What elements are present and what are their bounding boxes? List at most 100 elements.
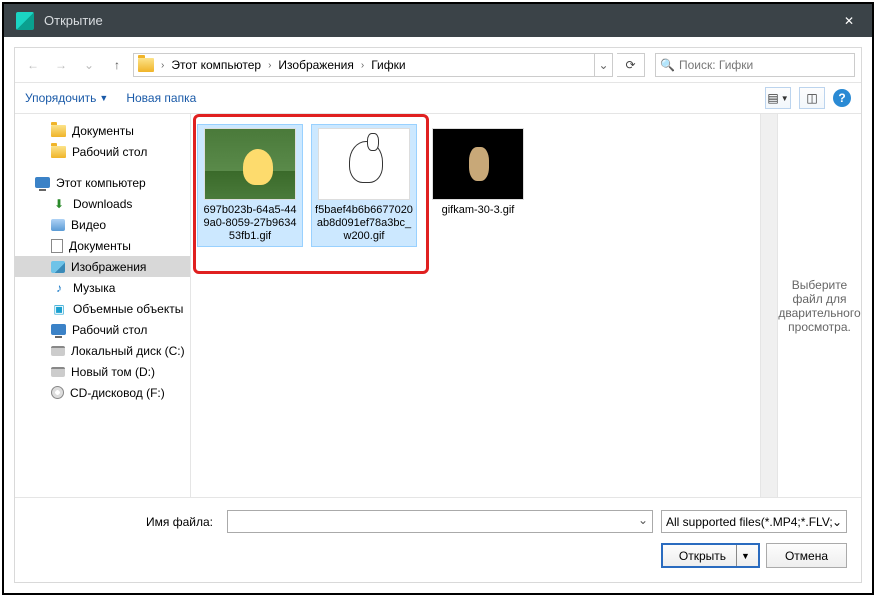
tree-cdrom[interactable]: CD-дисковод (F:): [15, 382, 190, 403]
folder-icon: [51, 125, 66, 137]
view-menu[interactable]: ▤▼: [765, 87, 791, 109]
thumbnail: [432, 128, 524, 200]
app-icon: [16, 12, 34, 30]
file-list[interactable]: 697b023b-64a5-449a0-8059-27b963453fb1.gi…: [191, 114, 760, 497]
close-icon: ✕: [844, 14, 854, 28]
tree-label: CD-дисковод (F:): [70, 386, 165, 400]
preview-pane-toggle[interactable]: ◫: [799, 87, 825, 109]
tree-label: Этот компьютер: [56, 176, 146, 190]
downloads-icon: ⬇: [51, 196, 67, 212]
music-icon: ♪: [51, 280, 67, 296]
breadcrumb-current[interactable]: Гифки: [367, 58, 409, 72]
tree-documents[interactable]: Документы: [15, 120, 190, 141]
help-icon: ?: [838, 91, 845, 105]
tree-images[interactable]: Изображения: [15, 256, 190, 277]
tree-downloads[interactable]: ⬇Downloads: [15, 193, 190, 214]
file-item[interactable]: f5baef4b6b6677020ab8d091ef78a3bc_w200.gi…: [311, 124, 417, 247]
open-split-dropdown[interactable]: ▼: [736, 545, 750, 566]
cancel-button[interactable]: Отмена: [766, 543, 847, 568]
footer: Имя файла: All supported files(*.MP4;*.F…: [15, 497, 861, 582]
tree-desktop2[interactable]: Рабочий стол: [15, 319, 190, 340]
tree-label: Объемные объекты: [73, 302, 183, 316]
tree-label: Изображения: [71, 260, 146, 274]
new-folder-button[interactable]: Новая папка: [126, 91, 196, 105]
dropdown-icon: ▼: [99, 93, 108, 103]
chevron-right-icon: ›: [358, 60, 367, 71]
file-name: gifkam-30-3.gif: [442, 204, 515, 217]
arrow-up-icon: ↑: [114, 58, 120, 72]
breadcrumb[interactable]: › Этот компьютер › Изображения › Гифки ⌄: [133, 53, 613, 77]
tree-thispc[interactable]: Этот компьютер: [15, 172, 190, 193]
search-placeholder: Поиск: Гифки: [679, 58, 753, 72]
folder-icon: [138, 58, 154, 72]
tree-desktop[interactable]: Рабочий стол: [15, 141, 190, 162]
filetype-dropdown[interactable]: All supported files(*.MP4;*.FLV; ⌄: [661, 510, 847, 533]
tree-3dobjects[interactable]: ▣ Объемные объекты: [15, 298, 190, 319]
chevron-right-icon: ›: [265, 60, 274, 71]
tree-localdisk[interactable]: Локальный диск (C:): [15, 340, 190, 361]
file-name: 697b023b-64a5-449a0-8059-27b963453fb1.gi…: [201, 204, 299, 243]
chevron-right-icon: ›: [158, 60, 167, 71]
tree-label: Документы: [69, 239, 131, 253]
tree-documents2[interactable]: Документы: [15, 235, 190, 256]
open-label: Открыть: [679, 549, 726, 563]
help-button[interactable]: ?: [833, 89, 851, 107]
file-item[interactable]: 697b023b-64a5-449a0-8059-27b963453fb1.gi…: [197, 124, 303, 247]
forward-button[interactable]: →: [49, 53, 73, 77]
filename-input[interactable]: [227, 510, 653, 533]
document-icon: [51, 239, 63, 253]
file-name: f5baef4b6b6677020ab8d091ef78a3bc_w200.gi…: [315, 204, 413, 243]
breadcrumb-dropdown[interactable]: ⌄: [594, 54, 612, 76]
up-button[interactable]: ↑: [105, 53, 129, 77]
tree-label: Видео: [71, 218, 106, 232]
tree-video[interactable]: Видео: [15, 214, 190, 235]
newfolder-label: Новая папка: [126, 91, 196, 105]
chevron-down-icon: ⌄: [832, 515, 842, 529]
preview-icon: ◫: [806, 91, 817, 105]
cancel-label: Отмена: [785, 549, 828, 563]
dropdown-icon: ▼: [781, 94, 789, 103]
nav-row: ← → ⌄ ↑ › Этот компьютер › Изображения ›…: [15, 48, 861, 82]
thumbnail: [318, 128, 410, 200]
tree-label: Рабочий стол: [72, 323, 147, 337]
refresh-icon: ⟳: [625, 58, 635, 72]
recent-dropdown[interactable]: ⌄: [77, 53, 101, 77]
view-icon: ▤: [767, 91, 778, 105]
disk-icon: [51, 367, 65, 377]
thumbnail: [204, 128, 296, 200]
file-open-dialog: Открытие ✕ ← → ⌄ ↑ › Этот компьютер › Из…: [2, 2, 874, 595]
refresh-button[interactable]: ⟳: [617, 53, 645, 77]
search-icon: 🔍: [660, 58, 675, 72]
arrow-right-icon: →: [55, 58, 67, 72]
close-button[interactable]: ✕: [826, 4, 872, 37]
filename-label: Имя файла:: [29, 515, 219, 529]
content-row: Документы Рабочий стол Этот компьютер ⬇D…: [15, 114, 861, 497]
video-icon: [51, 219, 65, 231]
images-icon: [51, 261, 65, 273]
tree-music[interactable]: ♪Музыка: [15, 277, 190, 298]
file-item[interactable]: gifkam-30-3.gif: [425, 124, 531, 221]
search-input[interactable]: 🔍 Поиск: Гифки: [655, 53, 855, 77]
tree-label: Рабочий стол: [72, 145, 147, 159]
organize-menu[interactable]: Упорядочить ▼: [25, 91, 108, 105]
arrow-left-icon: ←: [27, 58, 39, 72]
tree-label: Локальный диск (C:): [71, 344, 185, 358]
cube-icon: ▣: [51, 301, 67, 317]
breadcrumb-thispc[interactable]: Этот компьютер: [167, 58, 265, 72]
chevron-down-icon: ⌄: [84, 58, 94, 72]
folder-icon: [51, 146, 66, 158]
preview-text: Выберите файл для дварительного просмотр…: [778, 278, 860, 334]
breadcrumb-images[interactable]: Изображения: [274, 58, 357, 72]
dialog-body: ← → ⌄ ↑ › Этот компьютер › Изображения ›…: [14, 47, 862, 583]
filetype-label: All supported files(*.MP4;*.FLV;: [666, 515, 832, 529]
open-button[interactable]: Открыть ▼: [661, 543, 760, 568]
desktop-icon: [51, 324, 66, 335]
window-title: Открытие: [44, 13, 826, 28]
organize-label: Упорядочить: [25, 91, 96, 105]
toolbar: Упорядочить ▼ Новая папка ▤▼ ◫ ?: [15, 82, 861, 114]
back-button[interactable]: ←: [21, 53, 45, 77]
tree-newvolume[interactable]: Новый том (D:): [15, 361, 190, 382]
scrollbar[interactable]: [760, 114, 777, 497]
pc-icon: [35, 177, 50, 188]
tree-label: Новый том (D:): [71, 365, 155, 379]
